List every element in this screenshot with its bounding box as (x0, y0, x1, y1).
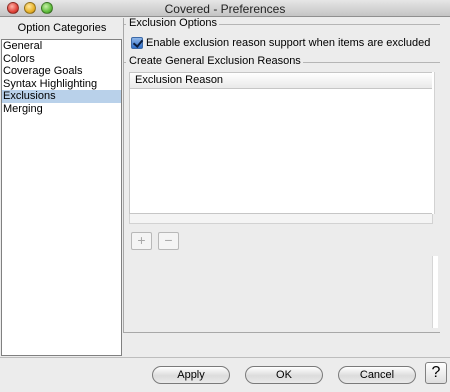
exclusion-support-row[interactable]: Enable exclusion reason support when ite… (131, 36, 430, 50)
category-item-syntax-highlighting[interactable]: Syntax Highlighting (2, 78, 121, 91)
add-reason-button[interactable]: + (131, 232, 152, 250)
category-item-coverage-goals[interactable]: Coverage Goals (2, 65, 121, 78)
group-rule (124, 62, 126, 63)
exclusion-reasons-table[interactable]: Exclusion Reason (129, 72, 433, 214)
title-bar[interactable]: Covered - Preferences (0, 0, 450, 17)
exclusion-reasons-title: Create General Exclusion Reasons (127, 55, 303, 67)
window-title: Covered - Preferences (164, 2, 286, 16)
category-item-exclusions[interactable]: Exclusions (2, 90, 121, 103)
categories-header: Option Categories (17, 22, 107, 34)
group-rule (290, 62, 440, 63)
exclusion-support-checkbox[interactable] (131, 37, 143, 49)
apply-button[interactable]: Apply (152, 366, 230, 384)
exclusion-options-title: Exclusion Options (127, 17, 220, 29)
category-item-merging[interactable]: Merging (2, 103, 121, 116)
table-vertical-scrollbar[interactable] (432, 72, 435, 214)
categories-list[interactable]: General Colors Coverage Goals Syntax Hig… (1, 39, 122, 356)
exclusion-support-label[interactable]: Enable exclusion reason support when ite… (146, 37, 430, 49)
category-item-general[interactable]: General (2, 40, 121, 53)
cancel-button[interactable]: Cancel (338, 366, 416, 384)
table-horizontal-scrollbar[interactable] (129, 214, 433, 224)
help-button[interactable]: ? (425, 362, 447, 384)
ok-button[interactable]: OK (245, 366, 323, 384)
exclusion-reason-column-header[interactable]: Exclusion Reason (130, 73, 432, 89)
remove-reason-button[interactable]: − (158, 232, 179, 250)
category-item-colors[interactable]: Colors (2, 53, 121, 66)
group-rule (215, 24, 440, 25)
panel-bottom-divider (123, 332, 440, 333)
panel-divider (123, 18, 124, 332)
panel-vertical-scrollbar[interactable] (432, 256, 438, 328)
preferences-window: Covered - Preferences Option Categories … (0, 0, 450, 392)
group-rule (124, 24, 126, 25)
